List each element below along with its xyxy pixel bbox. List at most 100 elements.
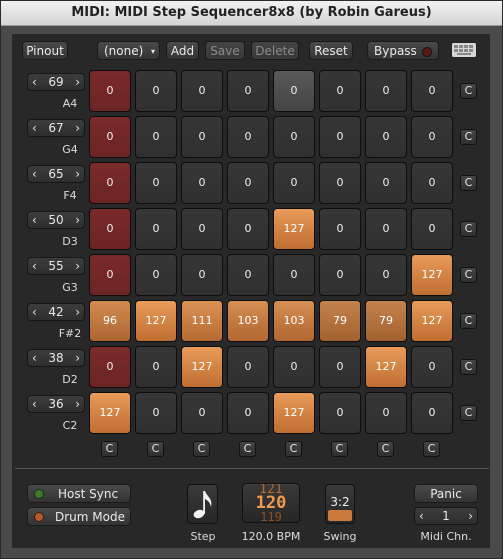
step-cell[interactable]: 0 [227,346,269,388]
row-clear-button[interactable]: C [460,83,477,99]
step-cell[interactable]: 0 [135,70,177,112]
step-cell[interactable]: 127 [89,392,131,434]
step-cell[interactable]: 127 [181,346,223,388]
note-spinner[interactable]: ‹ 69 › [27,73,85,91]
step-cell[interactable]: 0 [227,254,269,296]
step-cell[interactable]: 0 [273,116,315,158]
step-cell[interactable]: 96 [89,300,131,342]
step-cell[interactable]: 0 [365,162,407,204]
step-cell[interactable]: 127 [273,392,315,434]
chevron-right-icon[interactable]: › [75,258,80,274]
host-sync-toggle[interactable]: Host Sync [27,484,131,503]
step-cell[interactable]: 0 [319,346,361,388]
title-bar[interactable]: MIDI: MIDI Step Sequencer8x8 (by Robin G… [1,1,502,26]
chevron-right-icon[interactable]: › [468,508,473,524]
step-cell[interactable]: 0 [365,254,407,296]
step-cell[interactable]: 0 [89,254,131,296]
chevron-right-icon[interactable]: › [75,350,80,366]
pinout-button[interactable]: Pinout [22,41,68,60]
step-cell[interactable]: 0 [135,254,177,296]
step-cell[interactable]: 79 [365,300,407,342]
column-clear-button[interactable]: C [239,441,256,457]
step-cell[interactable]: 127 [411,300,453,342]
step-cell[interactable]: 0 [411,346,453,388]
column-clear-button[interactable]: C [377,441,394,457]
step-cell[interactable]: 127 [273,208,315,250]
step-cell[interactable]: 0 [319,70,361,112]
chevron-right-icon[interactable]: › [75,74,80,90]
step-cell[interactable]: 127 [411,254,453,296]
step-cell[interactable]: 103 [273,300,315,342]
note-spinner[interactable]: ‹ 42 › [27,303,85,321]
chevron-right-icon[interactable]: › [75,212,80,228]
step-cell[interactable]: 0 [365,392,407,434]
column-clear-button[interactable]: C [193,441,210,457]
step-note-button[interactable] [187,484,218,524]
swing-slider[interactable]: 3:2 [325,484,355,524]
step-cell[interactable]: 0 [227,116,269,158]
step-cell[interactable]: 0 [411,116,453,158]
step-cell[interactable]: 0 [273,254,315,296]
bpm-dial[interactable]: 121 120 119 [242,483,300,523]
step-cell[interactable]: 0 [319,392,361,434]
note-spinner[interactable]: ‹ 36 › [27,395,85,413]
add-preset-button[interactable]: Add [166,41,199,60]
step-cell[interactable]: 127 [135,300,177,342]
step-cell[interactable]: 0 [273,346,315,388]
step-cell[interactable]: 0 [181,116,223,158]
step-cell[interactable]: 0 [411,392,453,434]
step-cell[interactable]: 0 [135,116,177,158]
column-clear-button[interactable]: C [423,441,440,457]
chevron-right-icon[interactable]: › [75,166,80,182]
step-cell[interactable]: 111 [181,300,223,342]
step-cell[interactable]: 0 [135,346,177,388]
column-clear-button[interactable]: C [285,441,302,457]
row-clear-button[interactable]: C [460,313,477,329]
step-cell[interactable]: 0 [319,162,361,204]
step-cell[interactable]: 0 [135,208,177,250]
row-clear-button[interactable]: C [460,267,477,283]
keyboard-icon[interactable] [451,42,477,58]
step-cell[interactable]: 0 [181,162,223,204]
reset-button[interactable]: Reset [309,41,353,60]
step-cell[interactable]: 0 [227,392,269,434]
step-cell[interactable]: 0 [365,208,407,250]
step-cell[interactable]: 0 [89,346,131,388]
step-cell[interactable]: 0 [365,70,407,112]
row-clear-button[interactable]: C [460,359,477,375]
step-cell[interactable]: 0 [319,208,361,250]
step-cell[interactable]: 0 [181,392,223,434]
bypass-button[interactable]: Bypass [367,41,439,60]
step-cell[interactable]: 0 [135,162,177,204]
preset-dropdown[interactable]: (none) ▾ [97,41,160,60]
save-preset-button[interactable]: Save [205,41,245,60]
note-spinner[interactable]: ‹ 55 › [27,257,85,275]
step-cell[interactable]: 0 [319,116,361,158]
step-cell[interactable]: 0 [411,70,453,112]
note-spinner[interactable]: ‹ 67 › [27,119,85,137]
column-clear-button[interactable]: C [331,441,348,457]
step-cell[interactable]: 0 [89,116,131,158]
step-cell[interactable]: 0 [227,208,269,250]
chevron-right-icon[interactable]: › [75,304,80,320]
step-cell[interactable]: 0 [135,392,177,434]
step-cell[interactable]: 0 [181,254,223,296]
step-cell[interactable]: 127 [365,346,407,388]
step-cell[interactable]: 0 [89,208,131,250]
step-cell[interactable]: 0 [319,254,361,296]
row-clear-button[interactable]: C [460,129,477,145]
step-cell[interactable]: 0 [411,162,453,204]
step-cell[interactable]: 0 [89,162,131,204]
step-cell[interactable]: 0 [273,70,315,112]
row-clear-button[interactable]: C [460,175,477,191]
row-clear-button[interactable]: C [460,405,477,421]
step-cell[interactable]: 0 [181,70,223,112]
step-cell[interactable]: 0 [227,162,269,204]
chevron-right-icon[interactable]: › [75,396,80,412]
drum-mode-toggle[interactable]: Drum Mode [27,507,131,526]
midi-channel-spinner[interactable]: ‹ 1 › [414,507,478,525]
step-cell[interactable]: 0 [89,70,131,112]
step-cell[interactable]: 0 [273,162,315,204]
panic-button[interactable]: Panic [414,484,478,503]
step-cell[interactable]: 0 [411,208,453,250]
